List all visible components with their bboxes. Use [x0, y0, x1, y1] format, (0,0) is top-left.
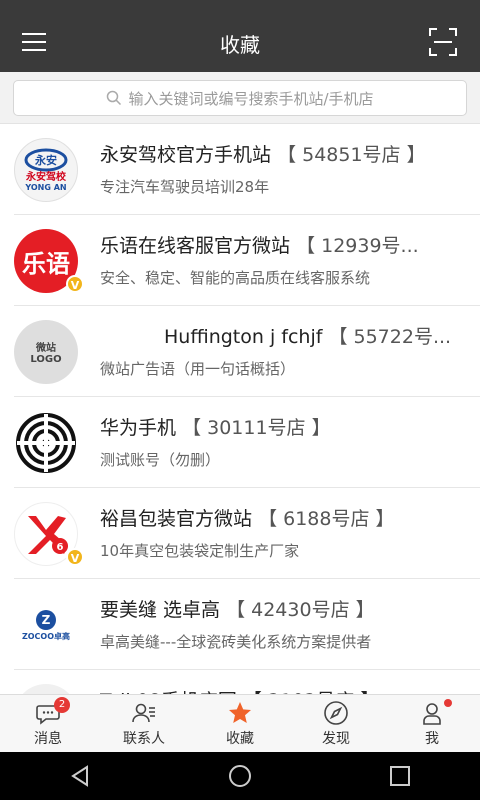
list-item[interactable]: 永安 永安驾校 YONG AN 永安驾校官方手机站 【 54851号店 】 专注… [14, 124, 480, 215]
scan-icon[interactable] [428, 27, 458, 57]
tab-contacts[interactable]: 联系人 [96, 695, 192, 752]
store-name: 永安驾校官方手机站 [100, 144, 272, 166]
store-name-line: 乐语在线客服官方微站 【 12939号... [100, 231, 470, 258]
verified-icon: V [66, 548, 84, 566]
store-logo: 永安 永安驾校 YONG AN [14, 138, 78, 202]
list-item[interactable]: Tell 08手机店园 【 2102号店 】 [14, 670, 480, 694]
store-desc: 测试账号（勿删） [100, 451, 221, 469]
shop-number: 【 42430号店 】 [226, 599, 375, 621]
verified-icon: V [66, 275, 84, 293]
tab-label: 发现 [322, 730, 350, 747]
logo-text: 乐语 [22, 249, 70, 278]
favorites-list: 永安 永安驾校 YONG AN 永安驾校官方手机站 【 54851号店 】 专注… [0, 124, 480, 694]
home-icon[interactable] [227, 763, 253, 789]
search-icon [107, 90, 122, 106]
shop-number: 【 12939号... [296, 235, 419, 257]
shop-number: 【 30111号店 】 [182, 417, 331, 439]
tab-messages[interactable]: 2 消息 [0, 695, 96, 752]
shop-number: 【 55722号... [328, 326, 452, 348]
store-name: 华为手机 [100, 417, 177, 439]
list-item[interactable]: 6 V 裕昌包装官方微站 【 6188号店 】 10年真空包装袋定制生产厂家 [14, 488, 480, 579]
menu-icon[interactable] [22, 28, 50, 56]
status-bar [0, 0, 480, 14]
tab-label: 收藏 [226, 730, 254, 747]
tab-label: 联系人 [123, 730, 165, 747]
store-name-line: 裕昌包装官方微站 【 6188号店 】 [100, 504, 470, 531]
yongan-emblem-icon: 永安 [24, 148, 68, 172]
tab-me[interactable]: 我 [384, 695, 480, 752]
logo-text: 微站 [36, 343, 56, 354]
search-area: 输入关键词或编号搜索手机站/手机店 [0, 72, 480, 124]
search-placeholder: 输入关键词或编号搜索手机站/手机店 [128, 89, 374, 108]
store-desc: 卓高美缝---全球瓷砖美化系统方案提供者 [100, 633, 372, 651]
star-icon [229, 701, 251, 723]
shop-number: 【 6188号店 】 [258, 508, 395, 530]
list-item[interactable]: 华为手机 【 30111号店 】 测试账号（勿删） [14, 397, 480, 488]
tab-discover[interactable]: 发现 [288, 695, 384, 752]
logo-subtext: YONG AN [25, 183, 67, 192]
concentric-logo-icon [16, 413, 76, 473]
svg-text:Z: Z [42, 613, 51, 627]
tab-label: 消息 [34, 730, 62, 747]
store-name-line: 永安驾校官方手机站 【 54851号店 】 [100, 140, 470, 167]
page-title: 收藏 [220, 32, 260, 57]
store-desc: 安全、稳定、智能的高品质在线客服系统 [100, 269, 371, 287]
tab-label: 我 [425, 730, 439, 747]
unread-badge: 2 [54, 697, 70, 713]
tab-favorites[interactable]: 收藏 [192, 695, 288, 752]
system-nav-bar [0, 752, 480, 800]
list-item[interactable]: 乐语 V 乐语在线客服官方微站 【 12939号... 安全、稳定、智能的高品质… [14, 215, 480, 306]
store-name-line: 华为手机 【 30111号店 】 [100, 413, 470, 440]
bottom-tab-bar: 2 消息 联系人 收藏 发现 我 [0, 694, 480, 752]
store-logo [14, 411, 78, 475]
svg-text:永安: 永安 [34, 153, 57, 167]
search-input[interactable]: 输入关键词或编号搜索手机站/手机店 [13, 80, 467, 116]
shop-number: 【 54851号店 】 [277, 144, 426, 166]
store-name: 乐语在线客服官方微站 [100, 235, 291, 257]
list-item[interactable]: 微站 LOGO Huffington j fchjf 【 55722号... 微… [14, 306, 480, 397]
logo-text: ZOCOO卓高 [21, 631, 71, 641]
logo-subtext: LOGO [30, 354, 62, 365]
store-desc: 专注汽车驾驶员培训28年 [100, 178, 270, 196]
store-logo: Z ZOCOO卓高 [14, 593, 78, 657]
store-name-line: Huffington j fchjf 【 55722号... [100, 322, 470, 349]
contacts-icon [132, 703, 155, 722]
store-logo [14, 684, 78, 694]
store-name-line: 要美缝 选卓高 【 42430号店 】 [100, 595, 470, 622]
recents-icon[interactable] [387, 763, 413, 789]
store-name: 要美缝 选卓高 [100, 599, 221, 621]
store-desc: 10年真空包装袋定制生产厂家 [100, 542, 300, 560]
user-icon [423, 702, 441, 725]
svg-text:6: 6 [57, 542, 64, 553]
logo-text: 永安驾校 [26, 172, 66, 183]
zocoo-emblem-icon: Z [36, 609, 56, 630]
list-item[interactable]: Z ZOCOO卓高 要美缝 选卓高 【 42430号店 】 卓高美缝---全球瓷… [14, 579, 480, 670]
store-desc: 微站广告语（用一句话概括） [100, 360, 296, 378]
store-name: 裕昌包装官方微站 [100, 508, 253, 530]
compass-icon [324, 700, 348, 725]
store-name: Huffington j fchjf [164, 326, 323, 348]
store-name-line: Tell 08手机店园 【 2102号店 】 [100, 686, 470, 694]
store-logo: 微站 LOGO [14, 320, 78, 384]
back-icon[interactable] [67, 763, 93, 789]
title-bar: 收藏 [0, 14, 480, 72]
notification-dot [444, 699, 452, 707]
